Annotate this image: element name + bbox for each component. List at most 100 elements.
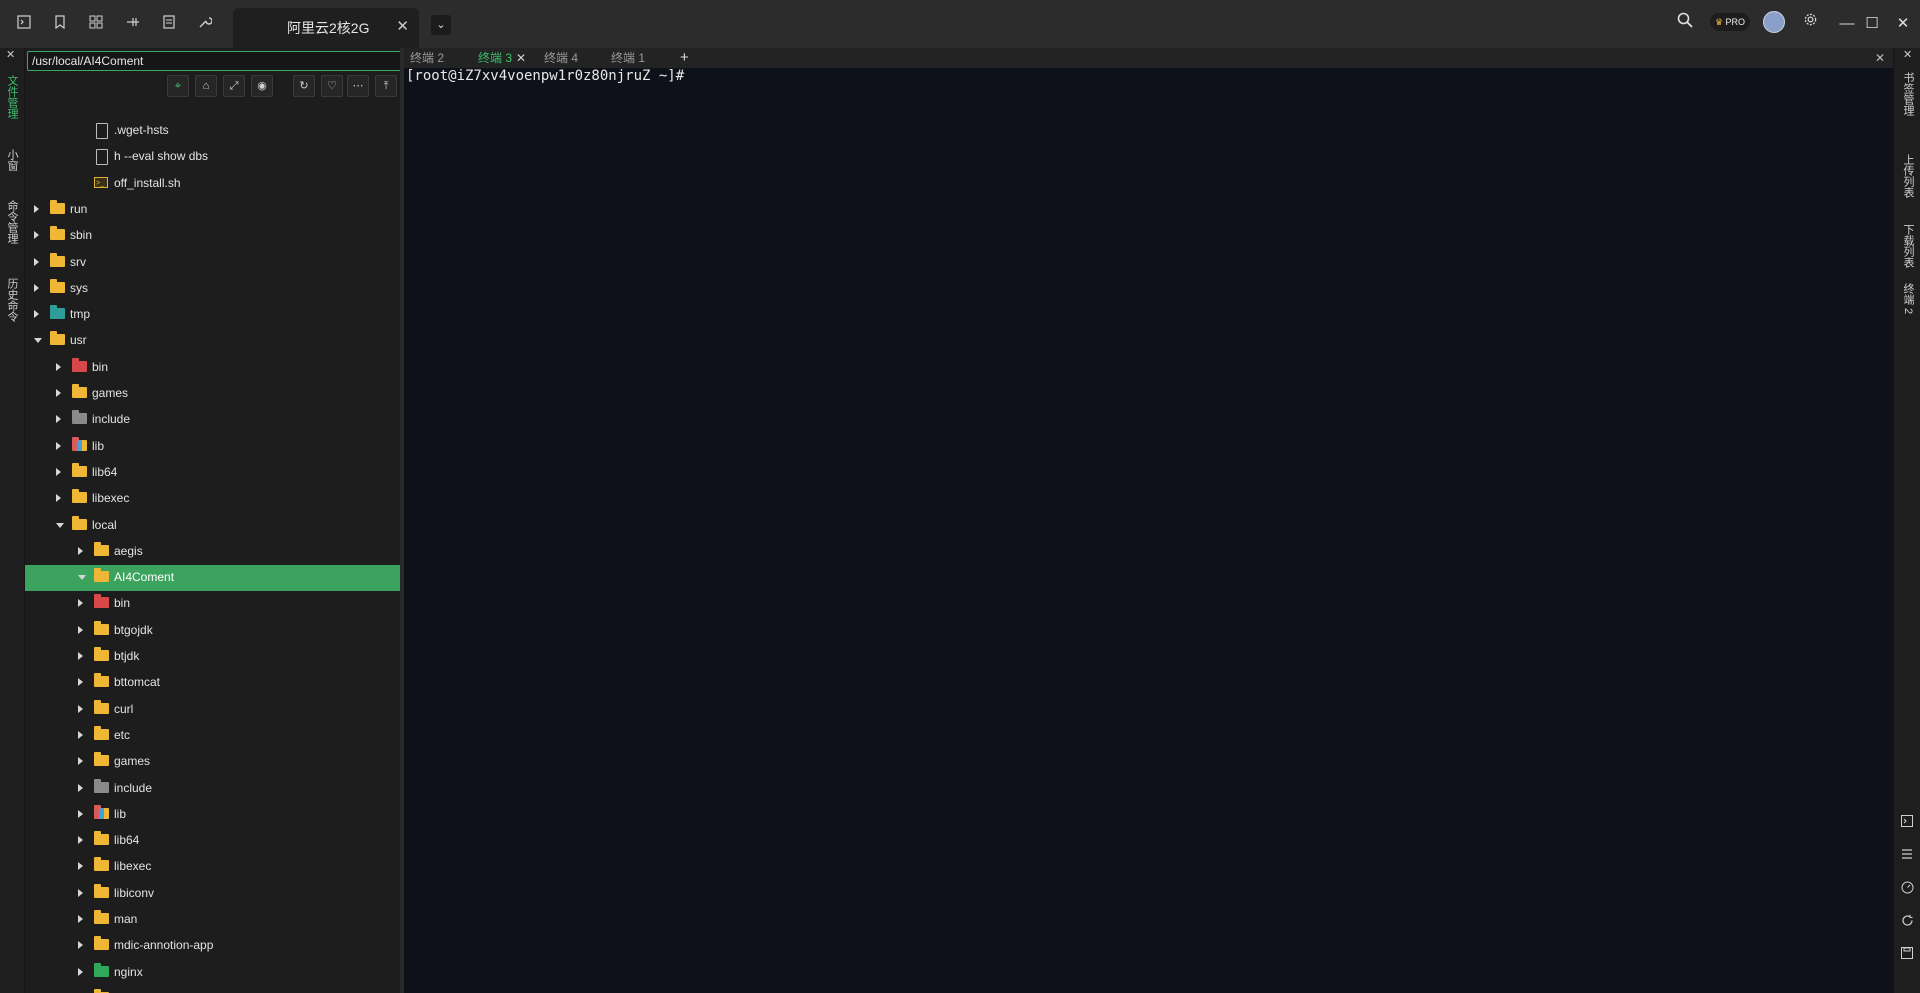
rail-bookmark-manager[interactable]: 书签管理 xyxy=(1894,62,1920,126)
session-tab[interactable]: 阿里云2核2G ✕ xyxy=(233,8,419,48)
caret-right-icon[interactable] xyxy=(34,310,39,319)
eye-icon[interactable]: ◉ xyxy=(251,75,273,97)
list-icon[interactable] xyxy=(160,15,178,33)
caret-right-icon[interactable] xyxy=(78,888,83,897)
rail-command-manager[interactable]: 命令管理 xyxy=(0,190,24,254)
caret-right-icon[interactable] xyxy=(34,231,39,240)
rail-download-list[interactable]: 下载列表 xyxy=(1894,214,1920,278)
close-window-button[interactable]: ✕ xyxy=(1893,14,1913,34)
tree-row[interactable]: curl xyxy=(25,697,400,723)
caret-right-icon[interactable] xyxy=(34,204,39,213)
refresh-icon[interactable] xyxy=(1899,914,1915,930)
close-icon[interactable]: ✕ xyxy=(6,48,15,61)
tree-row[interactable]: lib64 xyxy=(25,828,400,854)
tree-row[interactable]: bin xyxy=(25,591,400,617)
rail-upload-list[interactable]: 上传列表 xyxy=(1894,144,1920,208)
tree-row[interactable]: man xyxy=(25,907,400,933)
tab-terminal-3[interactable]: 终端 3 ✕ xyxy=(474,48,530,68)
caret-right-icon[interactable] xyxy=(56,415,61,424)
tab-dropdown-button[interactable]: ⌄ xyxy=(431,15,451,35)
caret-right-icon[interactable] xyxy=(78,704,83,713)
tree-row[interactable]: libexec xyxy=(25,854,400,880)
tree-row[interactable]: include xyxy=(25,776,400,802)
caret-right-icon[interactable] xyxy=(78,836,83,845)
locate-icon[interactable]: ⌖ xyxy=(167,75,189,97)
tab-terminal-2[interactable]: 终端 2 xyxy=(406,48,448,68)
tab-terminal-1[interactable]: 终端 1 xyxy=(607,48,649,68)
caret-right-icon[interactable] xyxy=(78,915,83,923)
tree-row[interactable]: sbin xyxy=(25,223,400,249)
terminal-icon[interactable] xyxy=(1899,815,1915,831)
more-icon[interactable]: ⋯ xyxy=(347,75,369,97)
save-icon[interactable] xyxy=(1899,947,1915,963)
layout-icon[interactable] xyxy=(87,15,105,33)
tab-terminal-4[interactable]: 终端 4 xyxy=(540,48,582,68)
terminal-output[interactable]: [root@iZ7xv4voenpw1r0z80njruZ ~]# xyxy=(404,68,1893,993)
gauge-icon[interactable] xyxy=(1899,881,1915,897)
tree-row[interactable]: games xyxy=(25,749,400,775)
terminal-icon[interactable] xyxy=(15,15,33,33)
tree-row[interactable]: libexec xyxy=(25,486,400,512)
caret-right-icon[interactable] xyxy=(78,941,83,950)
caret-right-icon[interactable] xyxy=(78,783,83,792)
add-terminal-button[interactable]: + xyxy=(680,48,689,68)
caret-right-icon[interactable] xyxy=(34,257,39,266)
caret-right-icon[interactable] xyxy=(78,546,83,555)
close-icon[interactable]: ✕ xyxy=(1875,48,1885,68)
tree-row[interactable]: run xyxy=(25,197,400,223)
caret-right-icon[interactable] xyxy=(78,862,83,871)
list-icon[interactable] xyxy=(1899,848,1915,864)
tree-row[interactable]: include xyxy=(25,407,400,433)
caret-right-icon[interactable] xyxy=(34,283,39,292)
tree-row[interactable]: libiconv xyxy=(25,881,400,907)
caret-right-icon[interactable] xyxy=(56,467,61,476)
caret-right-icon[interactable] xyxy=(78,730,83,739)
caret-right-icon[interactable] xyxy=(78,652,83,660)
gear-icon[interactable] xyxy=(1801,12,1819,30)
rail-terminal-2[interactable]: 终端 2 xyxy=(1894,274,1920,324)
rail-history-commands[interactable]: 历史命令 xyxy=(0,268,24,332)
tree-row[interactable]: btgojdk xyxy=(25,618,400,644)
tree-row[interactable]: openssl xyxy=(25,986,400,993)
path-input[interactable] xyxy=(27,51,403,71)
pro-badge[interactable]: ♛ PRO xyxy=(1710,13,1750,31)
home-icon[interactable]: ⌂ xyxy=(195,75,217,97)
tree-row[interactable]: h --eval show dbs xyxy=(25,144,400,170)
tree-row[interactable]: mdic-annotion-app xyxy=(25,933,400,959)
tree-row[interactable]: usr xyxy=(25,328,400,354)
tree-row[interactable]: .wget-hsts xyxy=(25,118,400,144)
tree-row[interactable]: btjdk xyxy=(25,644,400,670)
maximize-button[interactable]: ☐ xyxy=(1862,14,1882,34)
close-icon[interactable]: ✕ xyxy=(516,51,526,65)
tree-row[interactable]: lib xyxy=(25,802,400,828)
rail-file-manager[interactable]: 文件管理 xyxy=(0,62,24,132)
caret-down-icon[interactable] xyxy=(34,338,42,344)
tree-row[interactable]: aegis xyxy=(25,539,400,565)
caret-right-icon[interactable] xyxy=(78,625,83,634)
collapse-icon[interactable]: ⤢ xyxy=(223,75,245,97)
heart-icon[interactable]: ♡ xyxy=(321,75,343,97)
close-icon[interactable]: ✕ xyxy=(396,17,409,35)
avatar[interactable] xyxy=(1763,11,1785,33)
tree-row[interactable]: AI4Coment xyxy=(25,565,400,592)
tree-row[interactable]: sys xyxy=(25,276,400,302)
caret-right-icon[interactable] xyxy=(56,441,61,450)
tree-row[interactable]: lib64 xyxy=(25,460,400,486)
caret-right-icon[interactable] xyxy=(56,389,61,397)
tree-row[interactable]: etc xyxy=(25,723,400,749)
tree-row[interactable]: >_ off_install.sh xyxy=(25,171,400,197)
caret-right-icon[interactable] xyxy=(78,678,83,687)
caret-right-icon[interactable] xyxy=(56,494,61,503)
split-icon[interactable] xyxy=(124,15,142,33)
rail-mini-window[interactable]: 小窗 xyxy=(0,140,24,180)
caret-down-icon[interactable] xyxy=(78,575,86,581)
wrench-icon[interactable] xyxy=(196,15,214,33)
close-icon[interactable]: ✕ xyxy=(1903,48,1912,61)
tree-row[interactable]: bin xyxy=(25,355,400,381)
upload-icon[interactable]: ⤒ xyxy=(375,75,397,97)
caret-right-icon[interactable] xyxy=(78,809,83,818)
refresh-icon[interactable]: ↻ xyxy=(293,75,315,97)
tree-row[interactable]: nginx xyxy=(25,960,400,986)
caret-right-icon[interactable] xyxy=(56,362,61,371)
caret-down-icon[interactable] xyxy=(56,522,64,528)
